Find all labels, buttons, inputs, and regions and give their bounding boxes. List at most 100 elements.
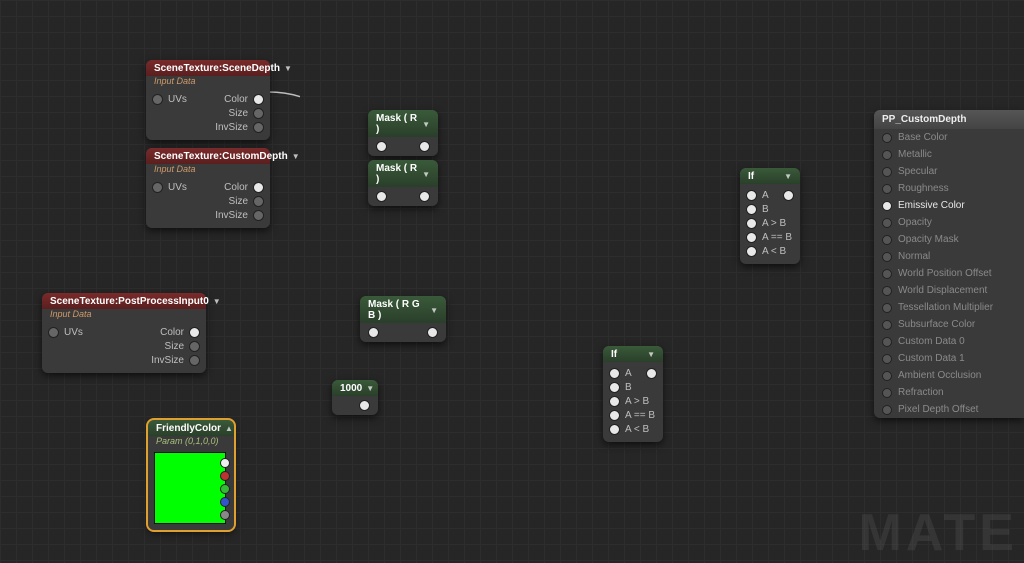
input-pin-agtb[interactable] <box>746 218 757 229</box>
output-row-emissive-color[interactable]: Emissive Color <box>874 197 1024 214</box>
input-pin[interactable] <box>882 286 892 296</box>
output-row-world-displacement[interactable]: World Displacement <box>874 282 1024 299</box>
input-pin[interactable] <box>882 184 892 194</box>
output-pin[interactable] <box>427 327 438 338</box>
input-pin[interactable] <box>882 133 892 143</box>
input-pin[interactable] <box>882 150 892 160</box>
output-row-opacity[interactable]: Opacity <box>874 214 1024 231</box>
node-if-2[interactable]: If▼ A B A > B A == B A < B <box>603 346 663 442</box>
input-pin[interactable] <box>882 218 892 228</box>
node-header[interactable]: SceneTexture:CustomDepth▼ <box>146 148 270 164</box>
node-header[interactable]: If▼ <box>603 346 663 362</box>
output-row-custom-data-1[interactable]: Custom Data 1 <box>874 350 1024 367</box>
node-if-1[interactable]: If▼ A B A > B A == B A < B <box>740 168 800 264</box>
input-pin[interactable] <box>882 337 892 347</box>
input-pin[interactable] <box>882 371 892 381</box>
output-row-label: Ambient Occlusion <box>898 370 981 381</box>
output-row-tessellation-multiplier[interactable]: Tessellation Multiplier <box>874 299 1024 316</box>
input-pin[interactable] <box>882 388 892 398</box>
input-pin[interactable] <box>882 303 892 313</box>
output-pin-invsize[interactable] <box>189 355 200 366</box>
output-row-ambient-occlusion[interactable]: Ambient Occlusion <box>874 367 1024 384</box>
output-row-world-position-offset[interactable]: World Position Offset <box>874 265 1024 282</box>
node-header[interactable]: FriendlyColor▲ <box>148 420 234 436</box>
node-header[interactable]: Mask ( R G B )▼ <box>360 296 446 323</box>
input-pin-b[interactable] <box>609 382 620 393</box>
node-scenetexture-customdepth[interactable]: SceneTexture:CustomDepth▼ Input Data UVs… <box>146 148 270 228</box>
input-pin[interactable] <box>376 141 387 152</box>
output-row-roughness[interactable]: Roughness <box>874 180 1024 197</box>
input-pin-uvs[interactable] <box>152 94 163 105</box>
output-row-label: Tessellation Multiplier <box>898 302 993 313</box>
input-pin[interactable] <box>882 269 892 279</box>
input-pin-b[interactable] <box>746 204 757 215</box>
chevron-down-icon: ▼ <box>784 172 792 181</box>
output-pin-size[interactable] <box>253 196 264 207</box>
node-header[interactable]: SceneTexture:PostProcessInput0▼ <box>42 293 206 309</box>
output-row-metallic[interactable]: Metallic <box>874 146 1024 163</box>
input-pin[interactable] <box>882 201 892 211</box>
output-pin[interactable] <box>359 400 370 411</box>
input-pin[interactable] <box>882 320 892 330</box>
output-row-base-color[interactable]: Base Color <box>874 129 1024 146</box>
output-pin[interactable] <box>646 368 657 379</box>
output-pin[interactable] <box>419 191 430 202</box>
input-pin-aeqb[interactable] <box>746 232 757 243</box>
output-pin-size[interactable] <box>189 341 200 352</box>
node-header[interactable]: Mask ( R )▼ <box>368 110 438 137</box>
node-friendlycolor[interactable]: FriendlyColor▲ Param (0,1,0,0) <box>148 420 234 530</box>
node-mask-r-1[interactable]: Mask ( R )▼ <box>368 110 438 156</box>
node-title: If <box>611 349 617 360</box>
output-pin-g[interactable] <box>220 484 230 494</box>
output-pin-a[interactable] <box>220 510 230 520</box>
output-row-specular[interactable]: Specular <box>874 163 1024 180</box>
input-pin-uvs[interactable] <box>48 327 59 338</box>
output-row-pixel-depth-offset[interactable]: Pixel Depth Offset <box>874 401 1024 418</box>
input-pin[interactable] <box>882 167 892 177</box>
node-header[interactable]: SceneTexture:SceneDepth▼ <box>146 60 270 76</box>
input-pin-a[interactable] <box>609 368 620 379</box>
input-pin[interactable] <box>376 191 387 202</box>
output-pin-color[interactable] <box>253 94 264 105</box>
output-row-subsurface-color[interactable]: Subsurface Color <box>874 316 1024 333</box>
output-pin-size[interactable] <box>253 108 264 119</box>
output-pin-rgba[interactable] <box>220 458 230 468</box>
node-mask-rgb[interactable]: Mask ( R G B )▼ <box>360 296 446 342</box>
node-mask-r-2[interactable]: Mask ( R )▼ <box>368 160 438 206</box>
node-constant-1000[interactable]: 1000▼ <box>332 380 378 415</box>
node-header[interactable]: If▼ <box>740 168 800 184</box>
input-pin-altb[interactable] <box>746 246 757 257</box>
material-output-panel[interactable]: PP_CustomDepth Base ColorMetallicSpecula… <box>874 110 1024 418</box>
input-pin-uvs[interactable] <box>152 182 163 193</box>
input-pin[interactable] <box>882 354 892 364</box>
output-pin[interactable] <box>783 190 794 201</box>
node-scenetexture-postprocessinput0[interactable]: SceneTexture:PostProcessInput0▼ Input Da… <box>42 293 206 373</box>
input-pin-aeqb[interactable] <box>609 410 620 421</box>
output-row-opacity-mask[interactable]: Opacity Mask <box>874 231 1024 248</box>
input-pin[interactable] <box>882 252 892 262</box>
output-pin-r[interactable] <box>220 471 230 481</box>
input-pin[interactable] <box>368 327 379 338</box>
output-row-label: Base Color <box>898 132 947 143</box>
output-pin-invsize[interactable] <box>253 210 264 221</box>
node-scenetexture-scenedepth[interactable]: SceneTexture:SceneDepth▼ Input Data UVsC… <box>146 60 270 140</box>
output-row-normal[interactable]: Normal <box>874 248 1024 265</box>
output-pin-invsize[interactable] <box>253 122 264 133</box>
input-pin-agtb[interactable] <box>609 396 620 407</box>
output-row-label: World Position Offset <box>898 268 992 279</box>
node-header[interactable]: Mask ( R )▼ <box>368 160 438 187</box>
output-pin-color[interactable] <box>253 182 264 193</box>
output-row-label: Normal <box>898 251 930 262</box>
input-pin[interactable] <box>882 235 892 245</box>
output-pin-b[interactable] <box>220 497 230 507</box>
output-row-label: Subsurface Color <box>898 319 975 330</box>
output-pin[interactable] <box>419 141 430 152</box>
node-header[interactable]: 1000▼ <box>332 380 378 396</box>
input-pin-a[interactable] <box>746 190 757 201</box>
input-pin[interactable] <box>882 405 892 415</box>
output-pin-color[interactable] <box>189 327 200 338</box>
node-title: SceneTexture:PostProcessInput0 <box>50 296 209 307</box>
input-pin-altb[interactable] <box>609 424 620 435</box>
output-row-custom-data-0[interactable]: Custom Data 0 <box>874 333 1024 350</box>
output-row-refraction[interactable]: Refraction <box>874 384 1024 401</box>
